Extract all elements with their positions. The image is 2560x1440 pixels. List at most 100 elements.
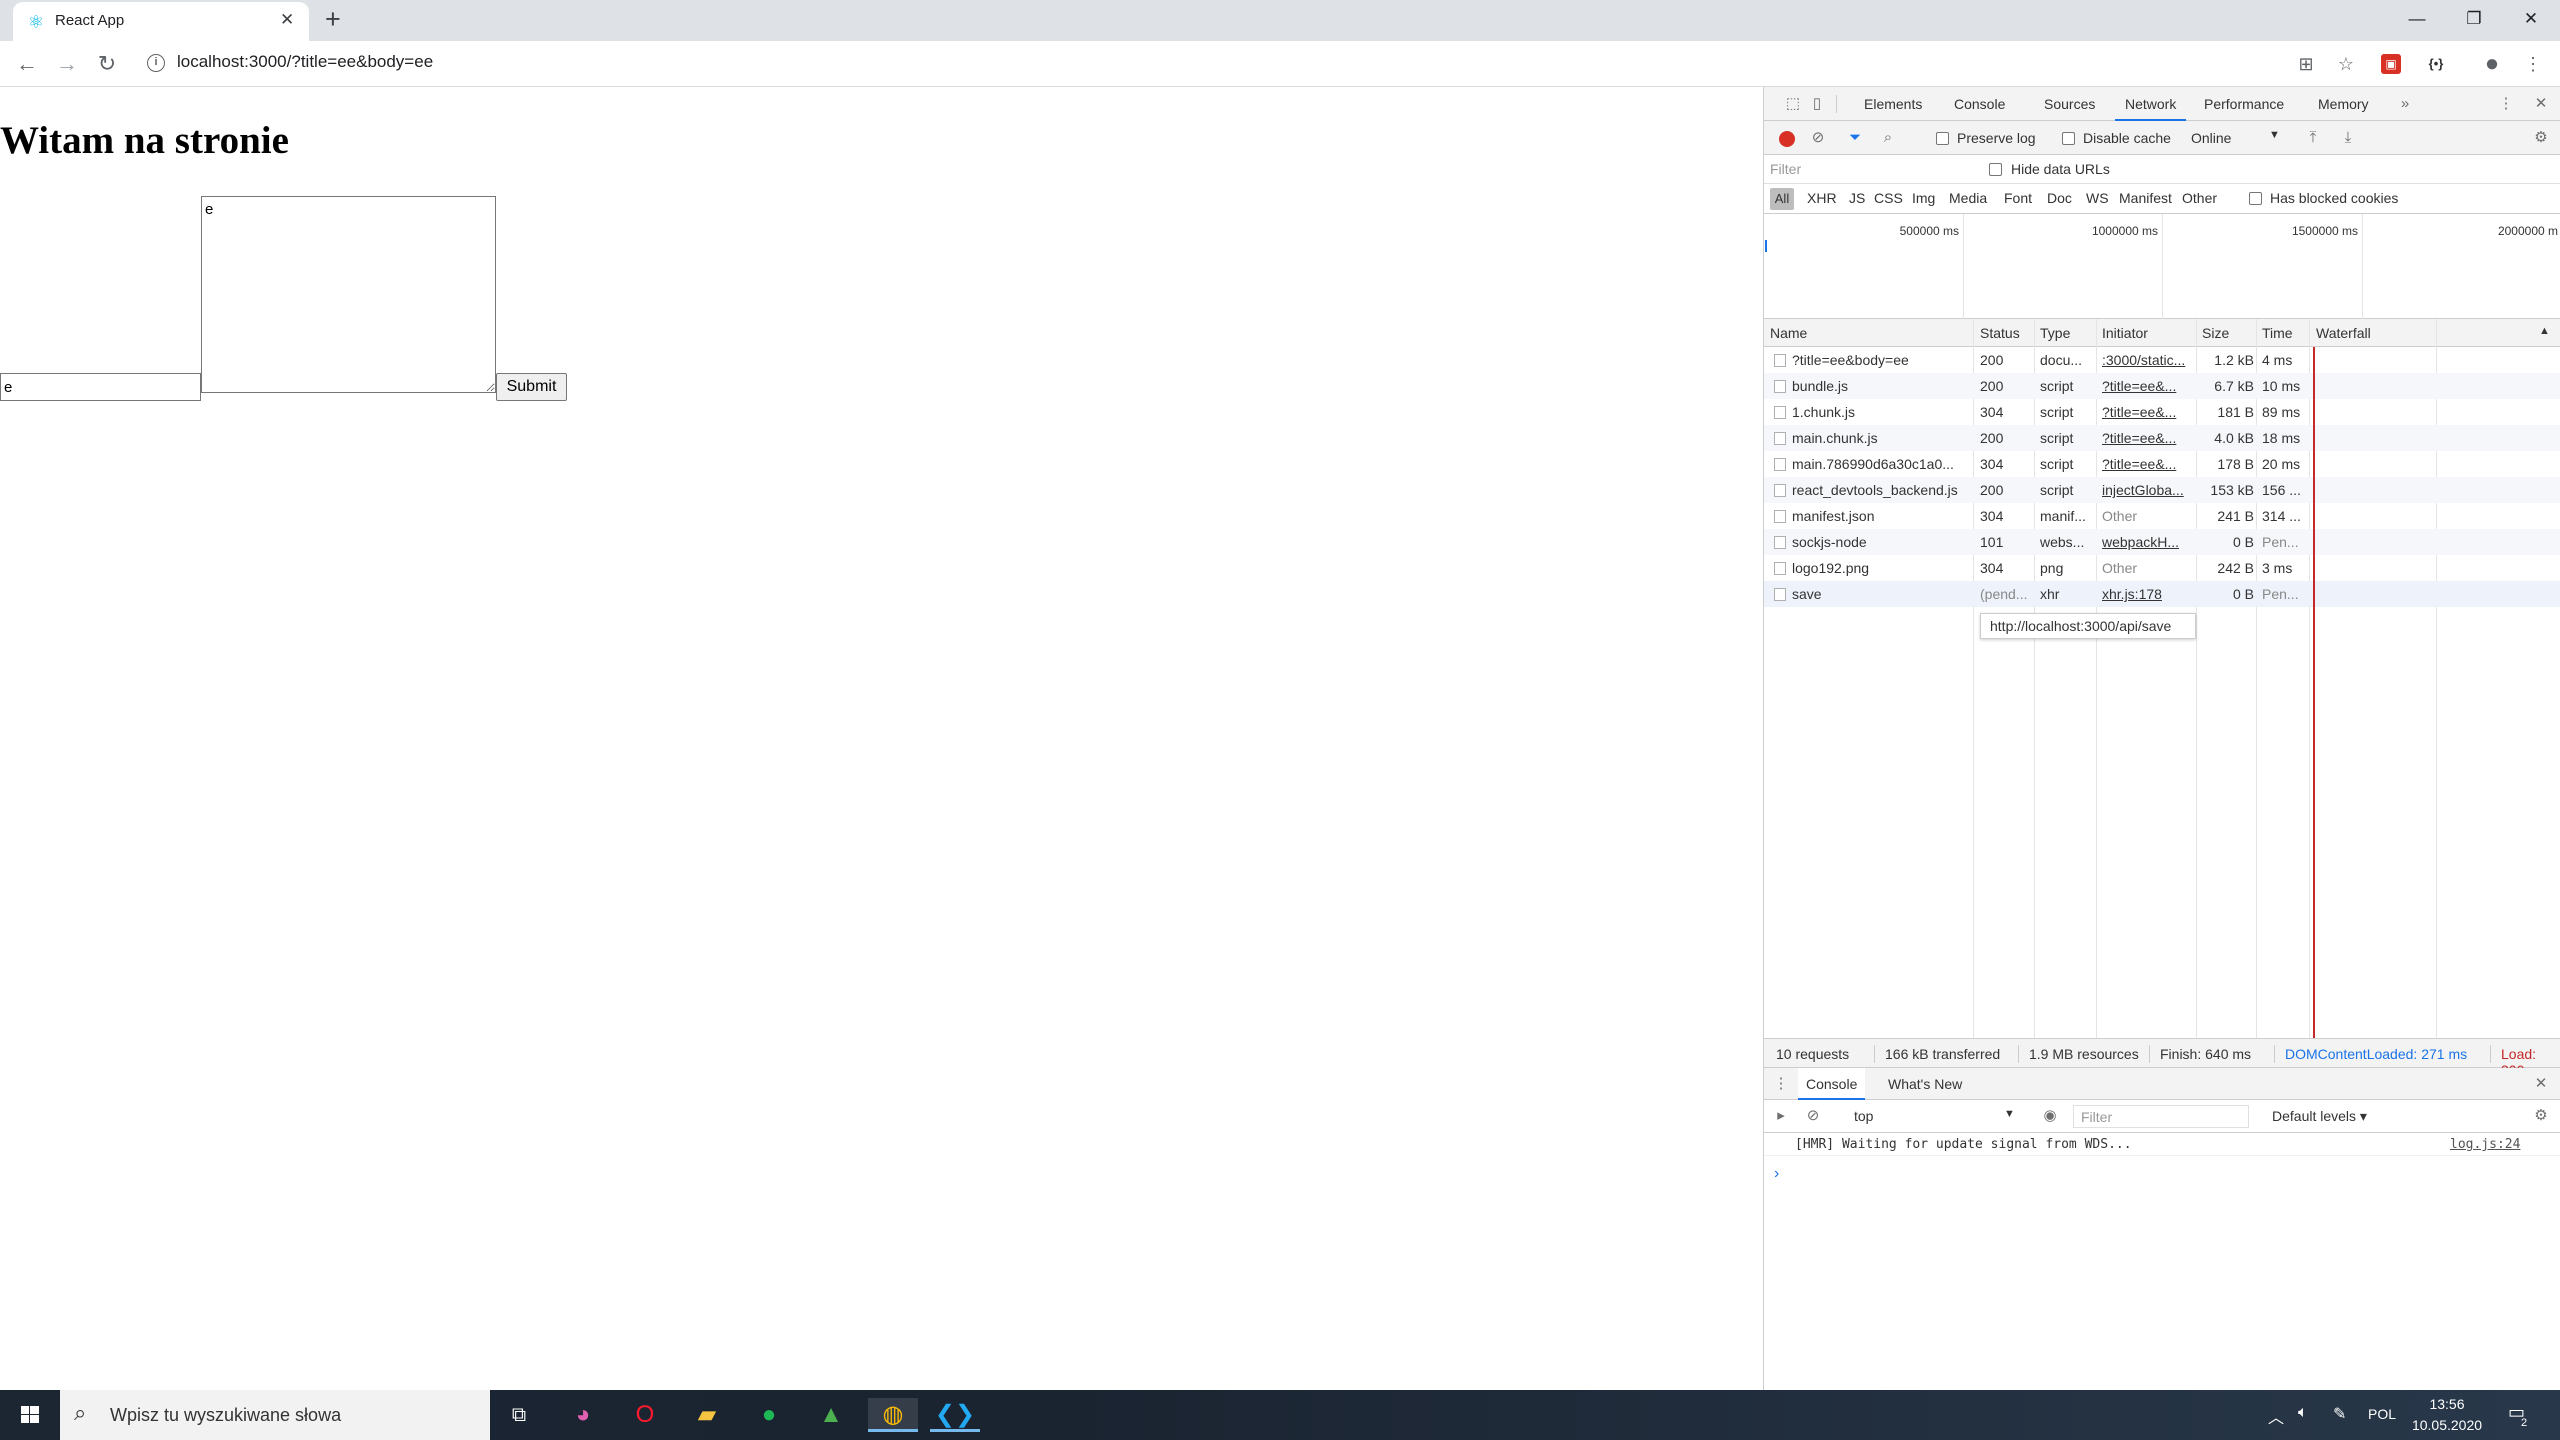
- file-explorer-icon[interactable]: ▰: [682, 1398, 732, 1432]
- filter-icon[interactable]: ⏷: [1844, 127, 1866, 149]
- filter-manifest[interactable]: Manifest: [2119, 190, 2172, 206]
- task-view-icon[interactable]: ⧉: [494, 1398, 544, 1432]
- extension-icon[interactable]: ▣: [2381, 54, 2401, 74]
- translate-icon[interactable]: ⊞: [2293, 51, 2319, 77]
- filter-all[interactable]: All: [1770, 188, 1794, 210]
- windows-start-icon[interactable]: [0, 1390, 60, 1440]
- gear-icon[interactable]: ⚙: [2530, 127, 2552, 149]
- table-row[interactable]: logo192.png 304 png Other 242 B 3 ms: [1764, 555, 2560, 581]
- reload-icon[interactable]: ↻: [92, 51, 122, 77]
- device-toolbar-icon[interactable]: ▯: [1806, 93, 1828, 115]
- submit-button[interactable]: Submit: [496, 373, 567, 401]
- disable-cache-checkbox[interactable]: [2062, 132, 2075, 145]
- app-icon[interactable]: ◕: [558, 1398, 608, 1432]
- extension-icon[interactable]: {•}: [2423, 51, 2449, 77]
- table-row[interactable]: save (pend... xhr xhr.js:178 0 B Pen...: [1764, 581, 2560, 607]
- hide-data-urls-checkbox[interactable]: [1989, 163, 2002, 176]
- table-row[interactable]: main.chunk.js 200 script ?title=ee&... 4.0 k…: [1764, 425, 2560, 451]
- clear-icon[interactable]: ⊘: [1802, 1105, 1824, 1127]
- tab-performance[interactable]: Performance: [2204, 87, 2284, 121]
- filter-font[interactable]: Font: [2004, 190, 2032, 206]
- filter-ws[interactable]: WS: [2086, 190, 2109, 206]
- table-row[interactable]: manifest.json 304 manif... Other 241 B 314 ..…: [1764, 503, 2560, 529]
- eye-icon[interactable]: ◉: [2039, 1105, 2061, 1127]
- col-time[interactable]: Time: [2262, 325, 2293, 341]
- row-initiator[interactable]: ?title=ee&...: [2102, 378, 2194, 394]
- clock[interactable]: 13:56 10.05.2020: [2409, 1394, 2485, 1436]
- filter-other[interactable]: Other: [2182, 190, 2217, 206]
- tab-console[interactable]: Console: [1954, 87, 2005, 121]
- opera-icon[interactable]: O: [620, 1398, 670, 1432]
- star-icon[interactable]: ☆: [2333, 51, 2359, 77]
- kebab-icon[interactable]: ⋮: [1770, 1073, 1792, 1095]
- col-status[interactable]: Status: [1980, 325, 2020, 341]
- chevron-up-icon[interactable]: ︿: [2268, 1404, 2284, 1428]
- row-initiator[interactable]: ?title=ee&...: [2102, 430, 2194, 446]
- console-source-link[interactable]: log.js:24: [2450, 1137, 2520, 1152]
- restore-icon[interactable]: ❐: [2448, 4, 2500, 34]
- volume-icon[interactable]: 🔈︎: [2298, 1404, 2308, 1422]
- search-icon[interactable]: ⌕: [1877, 127, 1899, 149]
- table-row[interactable]: 1.chunk.js 304 script ?title=ee&... 181 B 89 …: [1764, 399, 2560, 425]
- window-close-icon[interactable]: ✕: [2505, 4, 2557, 34]
- inspect-icon[interactable]: ⬚: [1782, 93, 1804, 115]
- upload-icon[interactable]: ⤒: [2302, 127, 2324, 149]
- forward-icon[interactable]: →: [52, 51, 82, 77]
- vscode-icon[interactable]: ❮❯: [930, 1398, 980, 1432]
- back-icon[interactable]: ←: [12, 51, 42, 77]
- more-tabs-icon[interactable]: »: [2394, 93, 2416, 115]
- context-select[interactable]: top: [1854, 1108, 1873, 1124]
- filter-xhr[interactable]: XHR: [1807, 190, 1837, 206]
- address-bar[interactable]: localhost:3000/?title=ee&body=ee: [177, 52, 433, 72]
- col-name[interactable]: Name: [1770, 325, 1807, 341]
- tab-memory[interactable]: Memory: [2318, 87, 2369, 121]
- chrome-icon[interactable]: ◍: [868, 1398, 918, 1432]
- filter-js[interactable]: JS: [1849, 190, 1865, 206]
- close-icon[interactable]: ✕: [2530, 93, 2552, 115]
- preserve-log-checkbox[interactable]: [1936, 132, 1949, 145]
- filter-doc[interactable]: Doc: [2047, 190, 2072, 206]
- row-initiator[interactable]: injectGloba...: [2102, 482, 2194, 498]
- table-row[interactable]: ?title=ee&body=ee 200 docu...:3000/static.…: [1764, 347, 2560, 373]
- filter-img[interactable]: Img: [1912, 190, 1935, 206]
- close-icon[interactable]: ✕: [2530, 1073, 2552, 1095]
- browser-tab[interactable]: ⚛ React App ✕: [13, 2, 309, 41]
- download-icon[interactable]: ⤓: [2337, 127, 2359, 149]
- record-icon[interactable]: [1779, 131, 1795, 147]
- sidebar-toggle-icon[interactable]: ▸: [1770, 1105, 1792, 1127]
- drawer-tab-whats-new[interactable]: What's New: [1888, 1068, 1962, 1100]
- close-icon[interactable]: ✕: [280, 10, 294, 30]
- table-row[interactable]: sockjs-node 101 webs... webpackH... 0 B Pen..…: [1764, 529, 2560, 555]
- table-row[interactable]: main.786990d6a30c1a0... 304 script ?title=e…: [1764, 451, 2560, 477]
- clear-icon[interactable]: ⊘: [1807, 127, 1829, 149]
- col-size[interactable]: Size: [2202, 325, 2229, 341]
- taskbar-search[interactable]: ⌕ Wpisz tu wyszukiwane słowa: [60, 1390, 490, 1440]
- row-initiator[interactable]: ?title=ee&...: [2102, 404, 2194, 420]
- body-textarea[interactable]: [201, 196, 496, 393]
- tab-elements[interactable]: Elements: [1864, 87, 1922, 121]
- network-icon[interactable]: ✎: [2333, 1404, 2346, 1424]
- row-initiator[interactable]: xhr.js:178: [2102, 586, 2194, 602]
- table-row[interactable]: bundle.js 200 script ?title=ee&... 6.7 kB 10 …: [1764, 373, 2560, 399]
- row-initiator[interactable]: webpackH...: [2102, 534, 2194, 550]
- android-studio-icon[interactable]: ▲: [806, 1398, 856, 1432]
- col-waterfall[interactable]: Waterfall: [2316, 325, 2371, 341]
- log-levels-select[interactable]: Default levels ▾: [2272, 1108, 2367, 1125]
- minimize-icon[interactable]: —: [2391, 4, 2443, 34]
- spotify-icon[interactable]: ●: [744, 1398, 794, 1432]
- row-initiator[interactable]: ?title=ee&...: [2102, 456, 2194, 472]
- plus-icon[interactable]: +: [325, 4, 341, 35]
- console-prompt[interactable]: ›: [1774, 1165, 1779, 1183]
- kebab-icon[interactable]: ⋮: [2495, 93, 2517, 115]
- has-blocked-cookies-checkbox[interactable]: [2249, 192, 2262, 205]
- drawer-tab-console[interactable]: Console: [1798, 1068, 1866, 1100]
- throttle-select[interactable]: Online: [2191, 130, 2231, 146]
- title-input[interactable]: [0, 373, 201, 401]
- console-filter-input[interactable]: Filter: [2073, 1105, 2249, 1128]
- menu-icon[interactable]: ⋮: [2520, 51, 2546, 77]
- profile-icon[interactable]: ●: [2479, 51, 2505, 77]
- table-row[interactable]: react_devtools_backend.js 200 script inject…: [1764, 477, 2560, 503]
- language-indicator[interactable]: POL: [2368, 1406, 2396, 1422]
- tab-sources[interactable]: Sources: [2044, 87, 2095, 121]
- col-type[interactable]: Type: [2040, 325, 2070, 341]
